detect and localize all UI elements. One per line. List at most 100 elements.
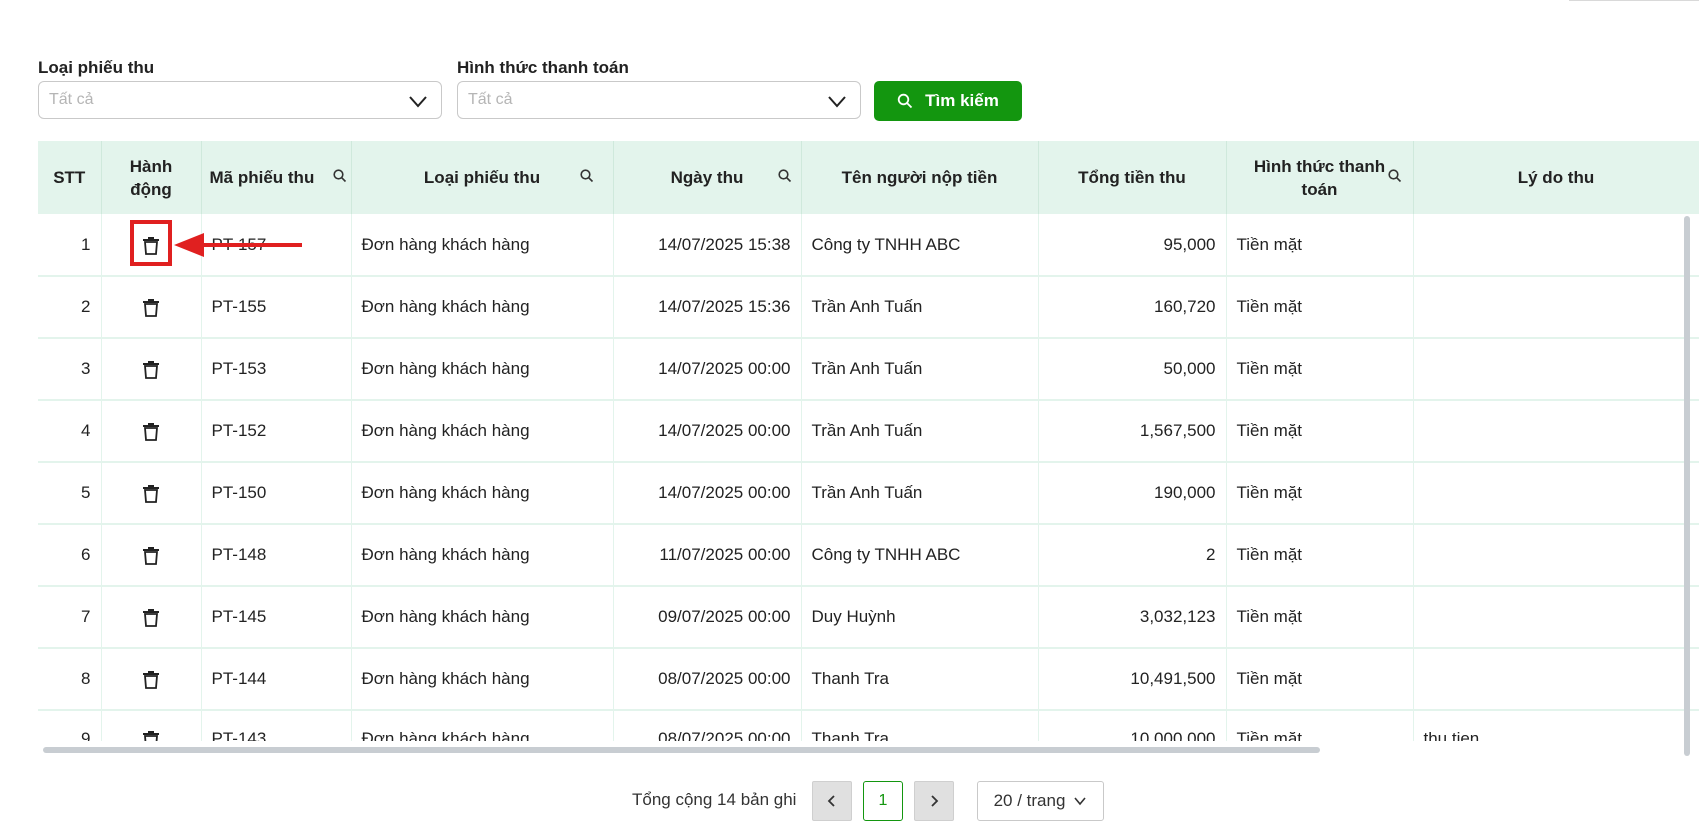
cell-date: 09/07/2025 00:00 (613, 586, 802, 649)
cell-total: 190,000 (1038, 462, 1227, 525)
chevron-left-icon (827, 795, 835, 807)
column-header-action: Hành động (101, 141, 202, 214)
cell-stt: 9 (38, 710, 102, 741)
cell-method: Tiền mặt (1226, 338, 1414, 401)
cell-reason (1413, 648, 1699, 711)
cell-total: 50,000 (1038, 338, 1227, 401)
search-icon[interactable] (1387, 168, 1403, 184)
chevron-right-icon (931, 795, 939, 807)
annotation-highlight-box (130, 220, 172, 266)
search-button-label: Tìm kiếm (925, 91, 999, 110)
cell-stt: 2 (38, 276, 102, 339)
cell-total: 1,567,500 (1038, 400, 1227, 463)
cell-type: Đơn hàng khách hàng (351, 710, 614, 741)
column-header-payer: Tên người nộp tiền (801, 141, 1039, 214)
vertical-scrollbar[interactable] (1684, 216, 1690, 756)
cell-type: Đơn hàng khách hàng (351, 524, 614, 587)
column-header-reason: Lý do thu (1413, 141, 1699, 214)
table-header-row: STT Hành động Mã phiếu thu Loại phiếu th… (38, 141, 1699, 214)
cell-method: Tiền mặt (1226, 710, 1414, 741)
prev-page-button[interactable] (812, 781, 852, 821)
table-row[interactable]: 7 PT-145 Đơn hàng khách hàng 09/07/2025 00:… (38, 586, 1699, 649)
table-row[interactable]: 2 PT-155 Đơn hàng khách hàng 14/07/2025 15:… (38, 276, 1699, 339)
cell-date: 14/07/2025 00:00 (613, 462, 802, 525)
cell-stt: 4 (38, 400, 102, 463)
trash-icon (143, 485, 159, 504)
cell-code: PT-155 (201, 276, 352, 339)
next-page-button[interactable] (914, 781, 954, 821)
delete-button[interactable] (101, 400, 202, 463)
cell-stt: 8 (38, 648, 102, 711)
cell-stt: 6 (38, 524, 102, 587)
column-header-date: Ngày thu (613, 141, 802, 214)
cell-reason: thu tien (1413, 710, 1699, 741)
cell-date: 14/07/2025 00:00 (613, 400, 802, 463)
page-size-select[interactable]: 20 / trang (977, 781, 1104, 821)
horizontal-scrollbar[interactable] (43, 747, 1320, 753)
table-row[interactable]: 9 PT-143 Đơn hàng khách hàng 08/07/2025 00:… (38, 710, 1699, 741)
chevron-down-icon (1074, 797, 1087, 806)
trash-icon (143, 609, 159, 628)
table-row[interactable]: 6 PT-148 Đơn hàng khách hàng 11/07/2025 00:… (38, 524, 1699, 587)
cell-code: PT-144 (201, 648, 352, 711)
cell-payer: Trần Anh Tuấn (801, 338, 1039, 401)
cell-total: 2 (1038, 524, 1227, 587)
cell-method: Tiền mặt (1226, 524, 1414, 587)
cell-reason (1413, 400, 1699, 463)
cell-payer: Thanh Tra (801, 710, 1039, 741)
column-header-type: Loại phiếu thu (351, 141, 614, 214)
receipt-type-select[interactable]: Tất cả (38, 81, 442, 119)
cell-payer: Trần Anh Tuấn (801, 276, 1039, 339)
cell-date: 08/07/2025 00:00 (613, 710, 802, 741)
search-icon[interactable] (579, 168, 595, 184)
cell-type: Đơn hàng khách hàng (351, 214, 614, 277)
delete-button[interactable] (101, 524, 202, 587)
delete-button[interactable] (101, 648, 202, 711)
annotation-arrow-icon (174, 233, 302, 257)
cell-method: Tiền mặt (1226, 276, 1414, 339)
cell-stt: 1 (38, 214, 102, 277)
cell-date: 14/07/2025 00:00 (613, 338, 802, 401)
cell-stt: 7 (38, 586, 102, 649)
table-row[interactable]: 4 PT-152 Đơn hàng khách hàng 14/07/2025 00:… (38, 400, 1699, 463)
trash-icon (143, 731, 159, 741)
cell-type: Đơn hàng khách hàng (351, 648, 614, 711)
delete-button[interactable] (101, 710, 202, 741)
cell-stt: 5 (38, 462, 102, 525)
table-row[interactable]: 3 PT-153 Đơn hàng khách hàng 14/07/2025 00:… (38, 338, 1699, 401)
payment-method-label: Hình thức thanh toán (457, 58, 629, 77)
search-icon[interactable] (777, 168, 793, 184)
search-icon[interactable] (332, 168, 348, 184)
cell-payer: Thanh Tra (801, 648, 1039, 711)
delete-button[interactable] (101, 586, 202, 649)
table-row[interactable]: 5 PT-150 Đơn hàng khách hàng 14/07/2025 00:… (38, 462, 1699, 525)
cell-payer: Trần Anh Tuấn (801, 400, 1039, 463)
chevron-down-icon (828, 96, 846, 108)
cell-code: PT-150 (201, 462, 352, 525)
cell-payer: Công ty TNHH ABC (801, 214, 1039, 277)
delete-button[interactable] (101, 338, 202, 401)
cell-reason (1413, 586, 1699, 649)
cell-reason (1413, 214, 1699, 277)
cell-type: Đơn hàng khách hàng (351, 586, 614, 649)
chevron-down-icon (409, 96, 427, 108)
cell-date: 11/07/2025 00:00 (613, 524, 802, 587)
cell-total: 10,000,000 (1038, 710, 1227, 741)
pagination-total: Tổng cộng 14 bản ghi (632, 790, 797, 809)
cell-date: 14/07/2025 15:38 (613, 214, 802, 277)
cell-code: PT-152 (201, 400, 352, 463)
delete-button[interactable] (101, 462, 202, 525)
delete-button[interactable] (101, 276, 202, 339)
cell-type: Đơn hàng khách hàng (351, 462, 614, 525)
payment-method-select[interactable]: Tất cả (457, 81, 861, 119)
cell-code: PT-143 (201, 710, 352, 741)
cell-total: 95,000 (1038, 214, 1227, 277)
page-number-current[interactable]: 1 (863, 781, 903, 821)
search-button[interactable]: Tìm kiếm (874, 81, 1022, 121)
trash-icon (143, 671, 159, 690)
trash-icon (143, 299, 159, 318)
cell-method: Tiền mặt (1226, 400, 1414, 463)
table-row[interactable]: 8 PT-144 Đơn hàng khách hàng 08/07/2025 00:… (38, 648, 1699, 711)
cell-method: Tiền mặt (1226, 586, 1414, 649)
cell-reason (1413, 276, 1699, 339)
